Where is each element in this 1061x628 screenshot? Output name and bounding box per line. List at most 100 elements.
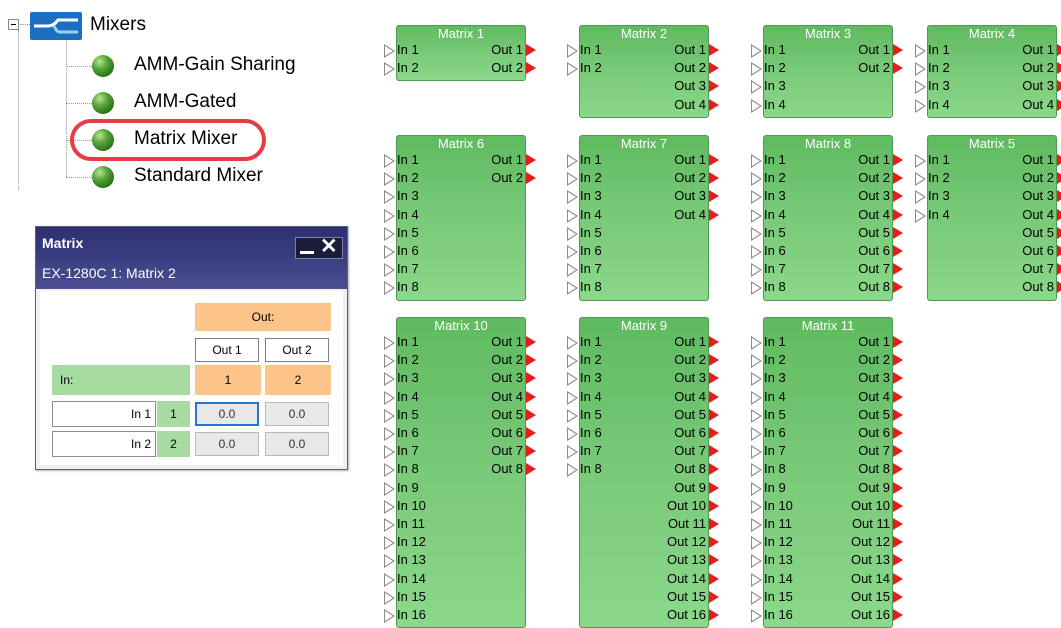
output-pin[interactable]: Out 1 bbox=[763, 333, 903, 351]
matrix-block[interactable]: Matrix 3 In 1 In 2 In 3 In 4 Out 1 Out 2 bbox=[751, 25, 903, 118]
tree-item-amm-gated[interactable]: AMM-Gated bbox=[66, 88, 346, 118]
output-pin[interactable]: Out 1 bbox=[579, 41, 719, 59]
output-pin[interactable]: Out 13 bbox=[579, 551, 719, 569]
output-pin[interactable]: Out 2 bbox=[763, 169, 903, 187]
output-pin[interactable]: Out 6 bbox=[763, 424, 903, 442]
output-pin[interactable]: Out 1 bbox=[396, 151, 536, 169]
matrix-block[interactable]: Matrix 9 In 1 In 2 In 3 In 4 In 5 In 6 In 7 In 8… bbox=[567, 317, 719, 628]
close-icon[interactable]: ✕ bbox=[320, 235, 338, 259]
output-pin[interactable]: Out 4 bbox=[579, 388, 719, 406]
output-pin[interactable]: Out 13 bbox=[763, 551, 903, 569]
output-pin[interactable]: Out 14 bbox=[763, 570, 903, 588]
output-pin[interactable]: Out 2 bbox=[396, 169, 536, 187]
output-pin[interactable]: Out 6 bbox=[579, 424, 719, 442]
output-pin[interactable]: Out 1 bbox=[927, 41, 1061, 59]
output-pin[interactable]: Out 7 bbox=[763, 442, 903, 460]
output-pin[interactable]: Out 2 bbox=[763, 59, 903, 77]
output-pin[interactable]: Out 4 bbox=[763, 206, 903, 224]
output-pin[interactable]: Out 3 bbox=[763, 187, 903, 205]
output-pin[interactable]: Out 5 bbox=[927, 224, 1061, 242]
output-pin[interactable]: Out 6 bbox=[763, 242, 903, 260]
output-pin[interactable]: Out 6 bbox=[396, 424, 536, 442]
output-pin[interactable]: Out 8 bbox=[396, 460, 536, 478]
output-pin[interactable]: Out 7 bbox=[763, 260, 903, 278]
output-pin[interactable]: Out 6 bbox=[927, 242, 1061, 260]
output-pin[interactable]: Out 2 bbox=[927, 169, 1061, 187]
output-pin[interactable]: Out 5 bbox=[763, 224, 903, 242]
output-pin[interactable]: Out 4 bbox=[927, 206, 1061, 224]
output-pin[interactable]: Out 2 bbox=[927, 59, 1061, 77]
output-pin[interactable]: Out 2 bbox=[579, 169, 719, 187]
output-pin[interactable]: Out 5 bbox=[763, 406, 903, 424]
output-pin[interactable]: Out 1 bbox=[763, 41, 903, 59]
output-pin[interactable]: Out 16 bbox=[579, 606, 719, 624]
tree-item-standard-mixer[interactable]: Standard Mixer bbox=[66, 162, 346, 192]
matrix-block[interactable]: Matrix 8 In 1 In 2 In 3 In 4 In 5 In 6 In 7 In 8… bbox=[751, 135, 903, 301]
matrix-block[interactable]: Matrix 5 In 1 In 2 In 3 In 4 Out 1 Out 2 Out 3O… bbox=[915, 135, 1061, 301]
output-pin[interactable]: Out 2 bbox=[579, 351, 719, 369]
output-pin[interactable]: Out 3 bbox=[927, 77, 1061, 95]
output-pin[interactable]: Out 3 bbox=[927, 187, 1061, 205]
tree-item-amm-gain-sharing[interactable]: AMM-Gain Sharing bbox=[66, 51, 346, 81]
matrix-block[interactable]: Matrix 10 In 1 In 2 In 3 In 4 In 5 In 6 In 7 In … bbox=[384, 317, 536, 628]
matrix-block[interactable]: Matrix 1 In 1 In 2 Out 1 Out 2 bbox=[384, 25, 536, 82]
output-pin[interactable]: Out 7 bbox=[927, 260, 1061, 278]
matrix-block[interactable]: Matrix 4 In 1 In 2 In 3 In 4 Out 1 Out 2 Out 3O… bbox=[915, 25, 1061, 118]
output-label-2[interactable]: Out 2 bbox=[265, 338, 329, 362]
dialog-title-bar[interactable]: Matrix EX-1280C 1: Matrix 2 ✕ bbox=[36, 227, 347, 289]
output-pin[interactable]: Out 14 bbox=[579, 570, 719, 588]
output-pin[interactable]: Out 16 bbox=[763, 606, 903, 624]
minimize-icon[interactable] bbox=[300, 251, 314, 254]
output-pin[interactable]: Out 1 bbox=[579, 151, 719, 169]
gain-cell-in2-out1[interactable]: 0.0 bbox=[195, 432, 259, 456]
matrix-block[interactable]: Matrix 2 In 1 In 2 Out 1 Out 2 Out 3 Out 4 bbox=[567, 25, 719, 118]
matrix-block[interactable]: Matrix 11 In 1 In 2 In 3 In 4 In 5 In 6 In 7 In … bbox=[751, 317, 903, 628]
matrix-block[interactable]: Matrix 6 In 1 In 2 In 3 In 4 In 5 In 6 In 7 In 8… bbox=[384, 135, 536, 301]
output-pin[interactable]: Out 1 bbox=[396, 333, 536, 351]
output-pin[interactable]: Out 7 bbox=[579, 442, 719, 460]
output-pin[interactable]: Out 4 bbox=[927, 96, 1061, 114]
output-pin[interactable]: Out 2 bbox=[579, 59, 719, 77]
output-pin[interactable]: Out 8 bbox=[927, 278, 1061, 296]
output-pin[interactable]: Out 2 bbox=[396, 59, 536, 77]
output-pin[interactable]: Out 12 bbox=[763, 533, 903, 551]
output-pin[interactable]: Out 9 bbox=[763, 479, 903, 497]
output-pin[interactable]: Out 5 bbox=[579, 406, 719, 424]
output-pin[interactable]: Out 7 bbox=[396, 442, 536, 460]
output-pin[interactable]: Out 10 bbox=[579, 497, 719, 515]
output-pin[interactable]: Out 3 bbox=[579, 77, 719, 95]
output-pin[interactable]: Out 8 bbox=[579, 460, 719, 478]
gain-cell-in2-out2[interactable]: 0.0 bbox=[265, 432, 329, 456]
output-pin[interactable]: Out 4 bbox=[579, 206, 719, 224]
input-name-field-2[interactable]: In 2 bbox=[52, 431, 156, 457]
output-pin[interactable]: Out 5 bbox=[396, 406, 536, 424]
gain-cell-in1-out1[interactable]: 0.0 bbox=[195, 402, 259, 426]
output-pin[interactable]: Out 12 bbox=[579, 533, 719, 551]
input-name-field-1[interactable]: In 1 bbox=[52, 401, 156, 427]
matrix-block[interactable]: Matrix 7 In 1 In 2 In 3 In 4 In 5 In 6 In 7 In 8… bbox=[567, 135, 719, 301]
output-pin[interactable]: Out 8 bbox=[763, 278, 903, 296]
output-pin[interactable]: Out 1 bbox=[396, 41, 536, 59]
output-pin[interactable]: Out 4 bbox=[579, 96, 719, 114]
output-pin[interactable]: Out 2 bbox=[396, 351, 536, 369]
tree-root-label[interactable]: Mixers bbox=[90, 14, 146, 36]
output-pin[interactable]: Out 15 bbox=[579, 588, 719, 606]
output-pin[interactable]: Out 11 bbox=[763, 515, 903, 533]
output-pin[interactable]: Out 15 bbox=[763, 588, 903, 606]
output-pin[interactable]: Out 1 bbox=[579, 333, 719, 351]
output-pin[interactable]: Out 3 bbox=[579, 369, 719, 387]
output-pin[interactable]: Out 4 bbox=[763, 388, 903, 406]
output-pin[interactable]: Out 1 bbox=[927, 151, 1061, 169]
output-pin[interactable]: Out 8 bbox=[763, 460, 903, 478]
collapse-toggle[interactable] bbox=[8, 19, 19, 30]
output-pin[interactable]: Out 3 bbox=[579, 187, 719, 205]
output-pin[interactable]: Out 10 bbox=[763, 497, 903, 515]
output-label-1[interactable]: Out 1 bbox=[195, 338, 259, 362]
output-pin[interactable]: Out 2 bbox=[763, 351, 903, 369]
output-pin[interactable]: Out 11 bbox=[579, 515, 719, 533]
output-pin[interactable]: Out 1 bbox=[763, 151, 903, 169]
output-pin[interactable]: Out 3 bbox=[763, 369, 903, 387]
output-pin[interactable]: Out 3 bbox=[396, 369, 536, 387]
output-pin[interactable]: Out 4 bbox=[396, 388, 536, 406]
gain-cell-in1-out2[interactable]: 0.0 bbox=[265, 402, 329, 426]
